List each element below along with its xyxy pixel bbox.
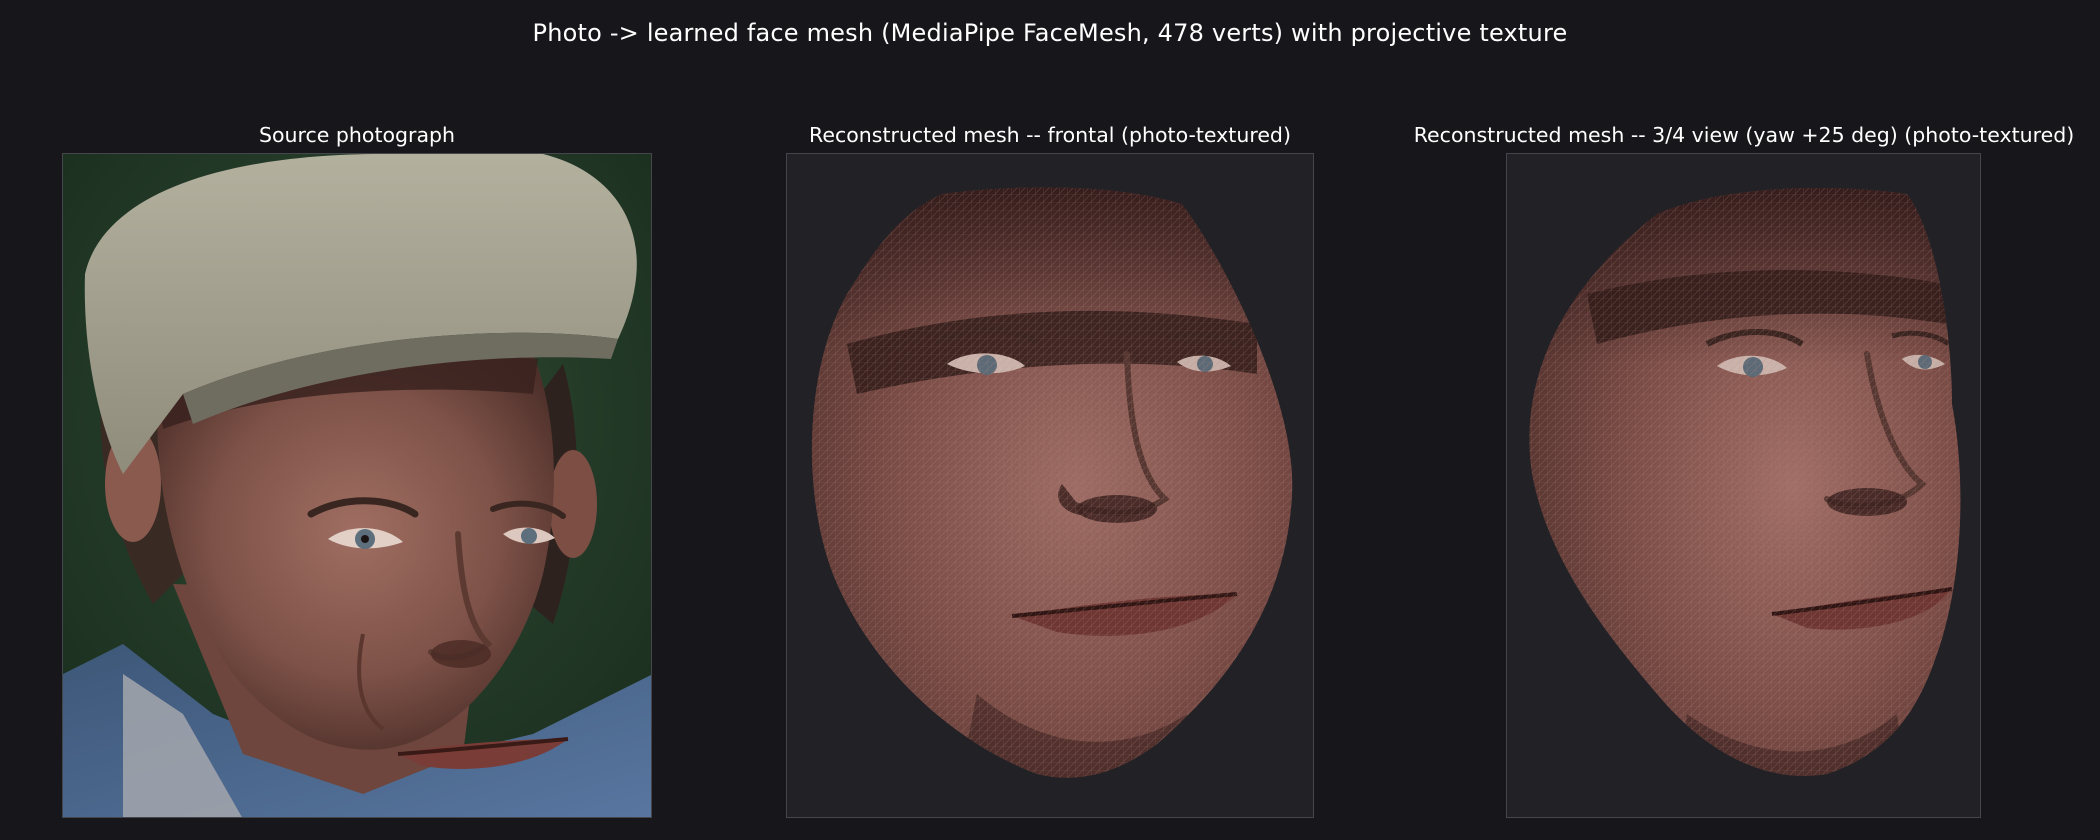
figure-title: Photo -> learned face mesh (MediaPipe Fa… <box>532 19 1568 47</box>
frontal-textured-mesh <box>811 187 1293 778</box>
frontal-mesh-panel <box>786 153 1314 818</box>
three-quarter-textured-mesh <box>1529 188 1961 776</box>
source-photo-title: Source photograph <box>258 123 456 147</box>
three-quarter-mesh-panel <box>1506 153 1981 818</box>
frontal-mesh-title: Reconstructed mesh -- frontal (photo-tex… <box>809 123 1291 147</box>
three-quarter-mesh-title: Reconstructed mesh -- 3/4 view (yaw +25 … <box>1413 123 2075 147</box>
source-photograph <box>63 154 651 817</box>
source-photo-panel <box>62 153 652 818</box>
